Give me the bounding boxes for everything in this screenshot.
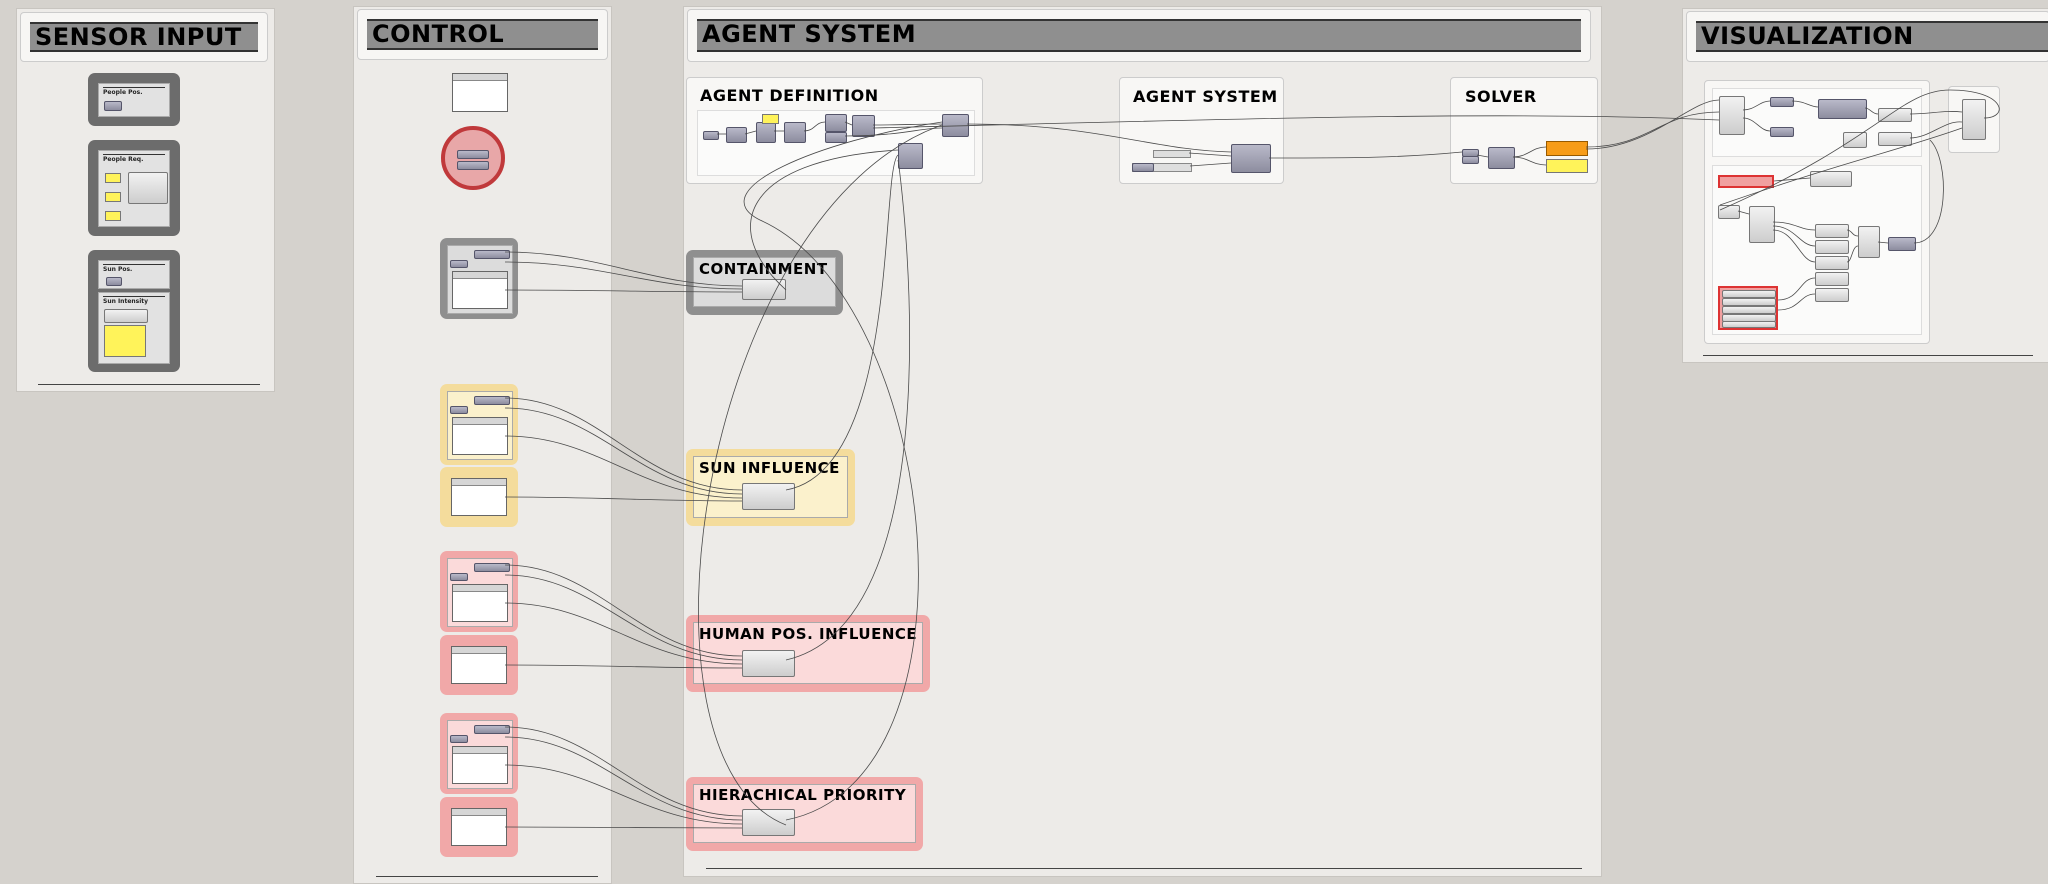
- wire: [1268, 151, 1463, 159]
- wire: [750, 149, 899, 291]
- wire: [504, 564, 743, 657]
- wire: [1909, 121, 1963, 139]
- wire: [1742, 117, 1771, 132]
- wire: [504, 826, 743, 829]
- wire: [1737, 210, 1750, 215]
- wire: [504, 251, 743, 287]
- wire: [1772, 221, 1816, 231]
- wire: [504, 726, 743, 817]
- wire: [1777, 277, 1816, 301]
- wire: [785, 159, 910, 661]
- wire: [504, 289, 743, 293]
- wire: [743, 121, 943, 821]
- wire: [844, 127, 943, 137]
- wire: [803, 121, 826, 132]
- wire: [1877, 241, 1889, 244]
- wire: [872, 115, 1720, 129]
- wire: [504, 736, 743, 821]
- wire: [504, 664, 743, 669]
- wire: [1189, 162, 1232, 167]
- wire: [504, 397, 743, 491]
- wire: [785, 154, 899, 491]
- wire: [744, 130, 757, 135]
- wire: [1512, 156, 1547, 166]
- wire: [844, 121, 853, 126]
- wire: [504, 407, 743, 495]
- wire: [1846, 245, 1859, 263]
- wire: [966, 123, 1232, 153]
- wire: [1777, 293, 1816, 311]
- connection-wires: [504, 89, 2000, 829]
- wire: [1772, 229, 1816, 263]
- wire: [1913, 139, 1944, 244]
- wire: [872, 123, 943, 126]
- wire: [504, 496, 743, 502]
- wire: [1791, 100, 1819, 108]
- wire: [1188, 152, 1232, 157]
- wire: [1719, 89, 2000, 211]
- wire: [504, 764, 743, 825]
- wire: [1476, 154, 1489, 158]
- wire: [504, 574, 743, 661]
- wire: [1909, 111, 1963, 115]
- wire: [504, 261, 743, 290]
- wire: [1585, 99, 1720, 150]
- wire: [1773, 177, 1811, 182]
- wire: [1864, 107, 1879, 115]
- wire: [1846, 229, 1859, 237]
- wire: [1742, 100, 1771, 111]
- wire: [1512, 146, 1547, 158]
